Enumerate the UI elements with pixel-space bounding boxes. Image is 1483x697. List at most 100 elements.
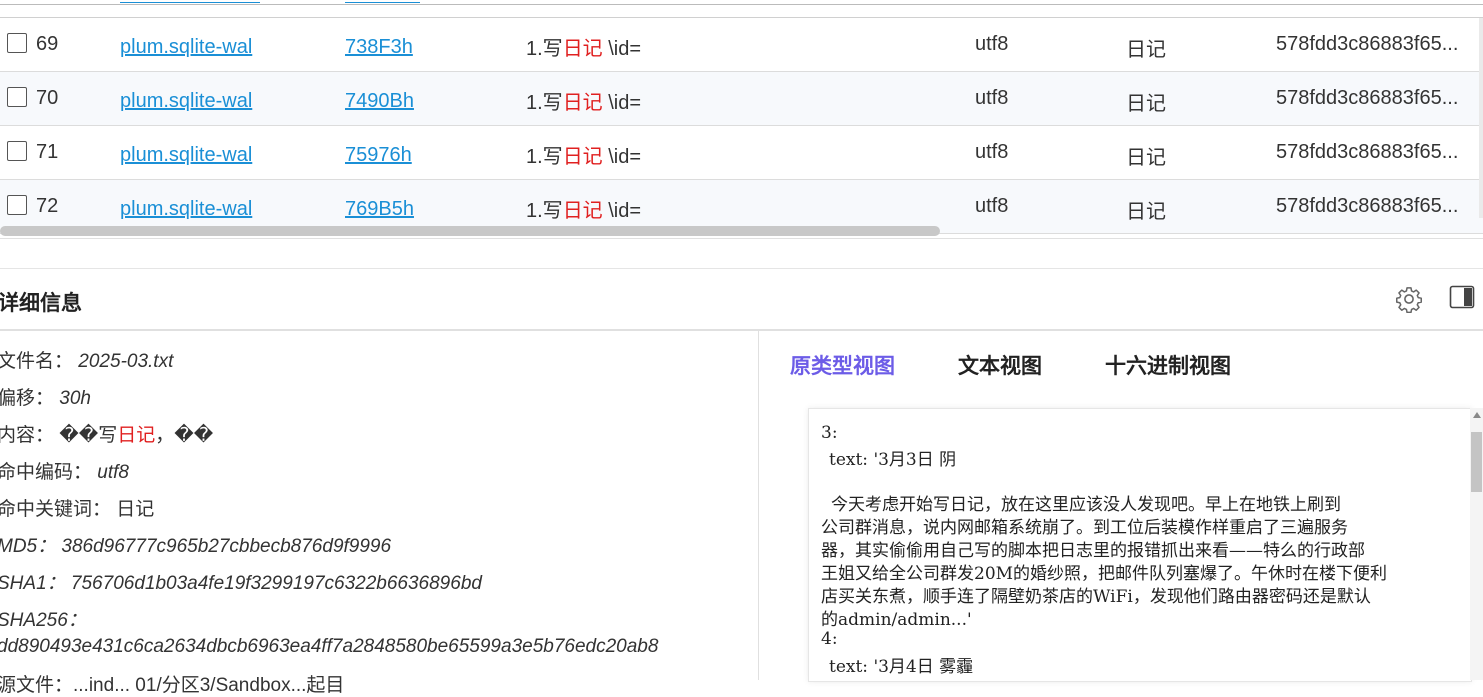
field-label: SHA256：: [0, 610, 87, 631]
viewer-line: text: '3月3日 阴: [829, 450, 957, 470]
file-link[interactable]: plum.sqlite-wal: [120, 144, 252, 167]
table-vertical-scrollbar[interactable]: [1479, 18, 1483, 218]
viewer-line: 3:: [821, 423, 838, 443]
content-keyword: 日记: [562, 200, 603, 222]
md5-field: MD5： 386d96777c965b27cbbecb876d9f9996: [0, 531, 391, 558]
keyword-cell: 日记: [1126, 39, 1166, 61]
field-value: ，��: [155, 425, 214, 446]
tab-text-view[interactable]: 文本视图: [958, 350, 1042, 380]
previous-row-offset-link[interactable]: [345, 0, 420, 3]
content-text: \id=: [602, 38, 642, 60]
sha256-value: dd890493e431c6ca2634dbcb6963ea4ff7a28485…: [0, 636, 658, 658]
field-label: MD5：: [0, 536, 57, 557]
field-value: 756706d1b03a4fe19f3299197c6322b6636896bd: [70, 573, 482, 594]
row-checkbox[interactable]: [7, 141, 27, 161]
keyword-field: 命中关键词： 日记: [0, 494, 154, 521]
hash-cell: 578fdd3c86883f65...: [1276, 141, 1459, 163]
viewer-line: text: '3月4日 雾霾: [829, 657, 974, 677]
hash-cell: 578fdd3c86883f65...: [1276, 87, 1459, 109]
keyword-cell: 日记: [1126, 201, 1166, 223]
field-label: 内容：: [0, 425, 55, 446]
content-cell: 1.写日记 \id=: [526, 194, 641, 223]
table-horizontal-scrollbar[interactable]: [0, 226, 940, 236]
viewer-line: 公司群消息，说内网邮箱系统崩了。到工位后装模作样重启了三遍服务: [821, 518, 1348, 538]
scroll-up-icon[interactable]: [1473, 412, 1481, 418]
encoding-field: 命中编码： utf8: [0, 457, 129, 484]
field-value: 源文件：...ind... 01/分区3/Sandbox...起目: [0, 675, 345, 696]
divider: [0, 238, 1483, 239]
hash-cell: 578fdd3c86883f65...: [1276, 33, 1459, 55]
row-checkbox[interactable]: [7, 87, 27, 107]
field-label: 命中编码：: [0, 462, 93, 483]
detail-header: 详细信息: [0, 268, 1483, 331]
table-row[interactable]: 70 plum.sqlite-wal 7490Bh 1.写日记 \id= utf…: [0, 72, 1483, 126]
keyword-cell: 日记: [1126, 147, 1166, 169]
offset-link[interactable]: 769B5h: [345, 198, 414, 221]
content-cell: 1.写日记 \id=: [526, 86, 641, 115]
detail-fields-pane: 文件名： 2025-03.txt 偏移： 30h 内容： ��写日记，�� 命中…: [0, 330, 759, 696]
encoding-cell: utf8: [975, 87, 1009, 109]
keyword-cell: 日记: [1126, 93, 1166, 115]
source-field: 源文件：...ind... 01/分区3/Sandbox...起目: [0, 670, 344, 697]
viewer-vertical-scrollbar[interactable]: [1470, 408, 1483, 680]
tab-prototype-view[interactable]: 原类型视图: [790, 350, 895, 380]
viewer-line: 王姐又给全公司群发20M的婚纱照，把邮件队列塞爆了。午休时在楼下便利: [821, 564, 1388, 584]
field-value: 386d96777c965b27cbbecb876d9f9996: [61, 536, 392, 557]
field-value: ��写: [59, 425, 118, 446]
table-row[interactable]: 69 plum.sqlite-wal 738F3h 1.写日记 \id= utf…: [0, 18, 1483, 72]
file-link[interactable]: plum.sqlite-wal: [120, 36, 252, 59]
offset-link[interactable]: 738F3h: [345, 36, 413, 59]
field-value: 30h: [59, 388, 91, 409]
content-text: 1.写: [526, 200, 563, 222]
gear-icon[interactable]: [1395, 285, 1423, 313]
content-text: \id=: [602, 146, 642, 168]
content-text: 1.写: [526, 38, 563, 60]
offset-field: 偏移： 30h: [0, 383, 91, 410]
detail-title: 详细信息: [0, 292, 82, 315]
previous-row-file-link[interactable]: [120, 0, 260, 3]
row-index: 70: [36, 87, 59, 109]
row-checkbox[interactable]: [7, 33, 27, 53]
content-text: \id=: [602, 200, 642, 222]
offset-link[interactable]: 75976h: [345, 144, 412, 167]
content-text: 1.写: [526, 92, 563, 114]
field-label: SHA1：: [0, 573, 66, 594]
field-value: 2025-03.txt: [78, 351, 174, 372]
content-keyword: 日记: [562, 92, 603, 114]
encoding-cell: utf8: [975, 141, 1009, 163]
sha256-field: SHA256：: [0, 605, 87, 632]
content-keyword: 日记: [562, 146, 603, 168]
file-link[interactable]: plum.sqlite-wal: [120, 90, 252, 113]
encoding-cell: utf8: [975, 33, 1009, 55]
content-cell: 1.写日记 \id=: [526, 32, 641, 61]
content-text: \id=: [602, 92, 642, 114]
viewer-line: 店买关东煮，顺手连了隔壁奶茶店的WiFi，发现他们路由器密码还是默认: [821, 587, 1371, 607]
encoding-cell: utf8: [975, 195, 1009, 217]
filename-field: 文件名： 2025-03.txt: [0, 346, 173, 373]
field-value: 日记: [116, 499, 155, 520]
viewer-line: 的admin/admin...': [821, 610, 972, 630]
content-keyword: 日记: [117, 425, 156, 446]
row-index: 71: [36, 141, 59, 163]
content-keyword: 日记: [562, 38, 603, 60]
viewer-line: 器，其实偷偷用自己写的脚本把日志里的报错抓出来看——特么的行政部: [821, 541, 1365, 561]
sha1-field: SHA1： 756706d1b03a4fe19f3299197c6322b663…: [0, 568, 482, 595]
field-value: dd890493e431c6ca2634dbcb6963ea4ff7a28485…: [0, 636, 659, 657]
row-checkbox[interactable]: [7, 195, 27, 215]
prototype-viewer[interactable]: 3: text: '3月3日 阴 今天考虑开始写日记，放在这里应该没人发现吧。早…: [808, 408, 1472, 682]
offset-link[interactable]: 7490Bh: [345, 90, 414, 113]
field-value: utf8: [97, 462, 129, 483]
panel-toggle-icon[interactable]: [1449, 285, 1475, 309]
results-table: 69 plum.sqlite-wal 738F3h 1.写日记 \id= utf…: [0, 0, 1483, 240]
tab-hex-view[interactable]: 十六进制视图: [1105, 350, 1231, 380]
table-row[interactable]: 71 plum.sqlite-wal 75976h 1.写日记 \id= utf…: [0, 126, 1483, 180]
content-field: 内容： ��写日记，��: [0, 420, 213, 447]
scrollbar-thumb[interactable]: [1471, 432, 1482, 492]
row-index: 72: [36, 195, 59, 217]
field-label: 偏移：: [0, 388, 55, 409]
divider: [0, 4, 1483, 5]
viewer-line: 今天考虑开始写日记，放在这里应该没人发现吧。早上在地铁上刷到: [831, 495, 1341, 515]
field-label: 文件名：: [0, 351, 74, 372]
file-link[interactable]: plum.sqlite-wal: [120, 198, 252, 221]
row-index: 69: [36, 33, 59, 55]
